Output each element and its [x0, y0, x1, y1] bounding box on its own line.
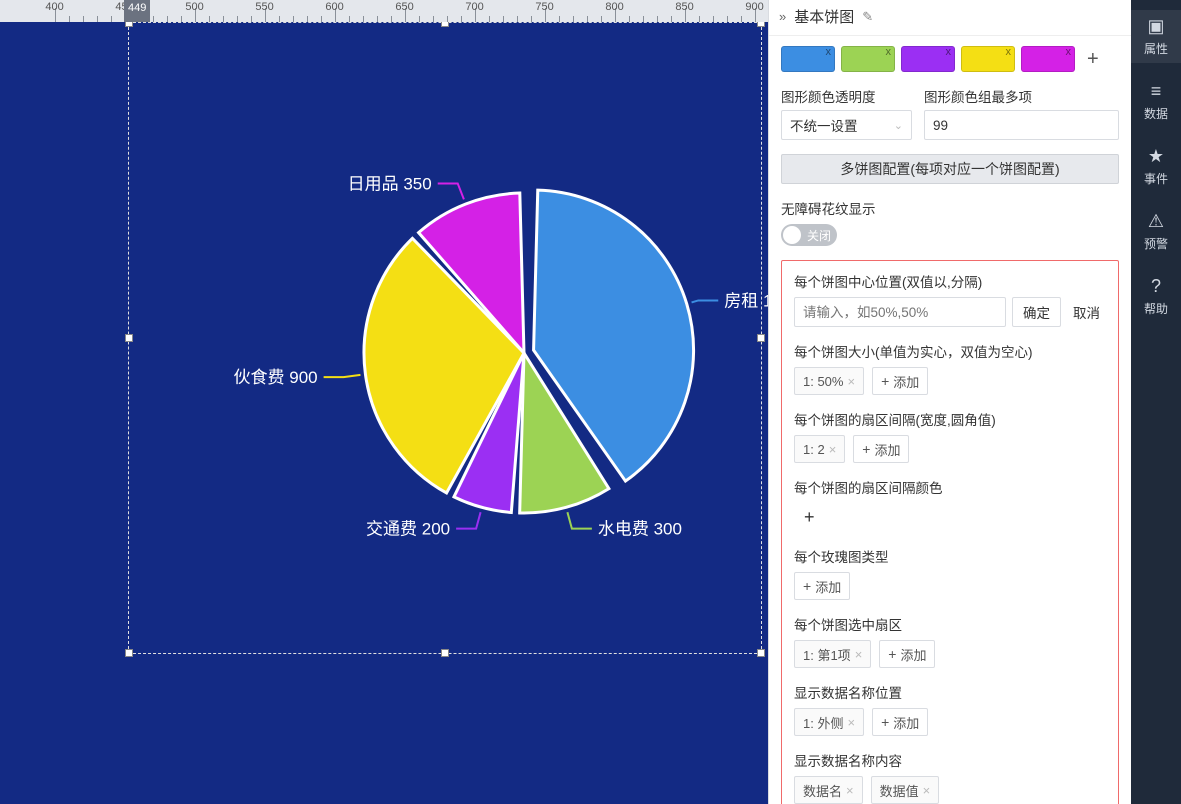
sidebar-item-属性[interactable]: ▣ 属性: [1131, 10, 1181, 63]
gap-tag[interactable]: 1: 2×: [794, 435, 845, 463]
namecontent-label: 显示数据名称内容: [794, 750, 1106, 770]
close-icon[interactable]: x: [826, 46, 832, 58]
opacity-select[interactable]: 不统一设置 ⌄: [781, 110, 912, 140]
sidebar-label: 预警: [1144, 235, 1168, 252]
sidebar-icon: ?: [1151, 276, 1161, 297]
close-icon[interactable]: ×: [829, 442, 837, 457]
collapse-icon[interactable]: »: [779, 9, 786, 24]
add-color-button[interactable]: +: [1081, 48, 1105, 71]
color-swatch[interactable]: x: [781, 46, 835, 72]
close-icon[interactable]: ×: [847, 715, 855, 730]
maxitems-input[interactable]: [924, 110, 1119, 140]
pattern-toggle[interactable]: 关闭: [781, 224, 837, 246]
sidebar-label: 数据: [1144, 105, 1168, 122]
namepos-add-button[interactable]: +添加: [872, 708, 928, 736]
multi-pie-config-button[interactable]: 多饼图配置(每项对应一个饼图配置): [781, 154, 1119, 184]
rose-label: 每个玫瑰图类型: [794, 546, 1106, 566]
pie-label: 伙食费 900: [234, 368, 318, 387]
resize-handle[interactable]: [441, 649, 449, 657]
selected-label: 每个饼图选中扇区: [794, 614, 1106, 634]
color-swatch-row: x x x x x +: [781, 46, 1119, 72]
sidebar-icon: ≡: [1151, 81, 1162, 102]
sidebar-item-数据[interactable]: ≡ 数据: [1131, 75, 1181, 128]
resize-handle[interactable]: [757, 649, 765, 657]
sidebar-item-帮助[interactable]: ? 帮助: [1131, 270, 1181, 323]
center-label: 每个饼图中心位置(双值以,分隔): [794, 271, 1106, 291]
properties-panel: » 基本饼图 ✎ x x x x x + 图形颜色透明度 不统一设置 ⌄ 图形颜色组最多项: [768, 0, 1131, 804]
chevron-down-icon: ⌄: [894, 119, 903, 132]
selection-box[interactable]: 房租 1200水电费 300交通费 200伙食费 900日用品 350: [128, 22, 762, 654]
color-swatch[interactable]: x: [841, 46, 895, 72]
gapcolor-label: 每个饼图的扇区间隔颜色: [794, 477, 1106, 497]
namecontent-tag-1[interactable]: 数据名×: [794, 776, 863, 804]
pie-label: 日用品 350: [348, 174, 432, 193]
size-label: 每个饼图大小(单值为实心，双值为空心): [794, 341, 1106, 361]
color-swatch[interactable]: x: [961, 46, 1015, 72]
namepos-label: 显示数据名称位置: [794, 682, 1106, 702]
opacity-label: 图形颜色透明度: [781, 86, 912, 106]
size-tag[interactable]: 1: 50%×: [794, 367, 864, 395]
canvas[interactable]: 400450500550600650700750800850900950 449…: [0, 0, 768, 804]
pattern-label: 无障碍花纹显示: [781, 198, 1119, 218]
close-icon[interactable]: ×: [855, 647, 863, 662]
edit-icon[interactable]: ✎: [862, 9, 873, 25]
namecontent-tag-2[interactable]: 数据值×: [871, 776, 940, 804]
panel-title: 基本饼图: [794, 6, 854, 27]
pie-config-group: 每个饼图中心位置(双值以,分隔) 确定 取消 每个饼图大小(单值为实心，双值为空…: [781, 260, 1119, 804]
color-swatch[interactable]: x: [901, 46, 955, 72]
gap-label: 每个饼图的扇区间隔(宽度,圆角值): [794, 409, 1106, 429]
center-cancel-button[interactable]: 取消: [1067, 297, 1106, 327]
namepos-tag[interactable]: 1: 外侧×: [794, 708, 864, 736]
close-icon[interactable]: x: [946, 46, 952, 58]
ruler: 400450500550600650700750800850900950 449: [0, 0, 768, 22]
size-add-button[interactable]: +添加: [872, 367, 928, 395]
pie-chart: 房租 1200水电费 300交通费 200伙食费 900日用品 350: [294, 103, 754, 563]
resize-handle[interactable]: [125, 649, 133, 657]
sidebar-label: 事件: [1144, 170, 1168, 187]
selected-tag[interactable]: 1: 第1项×: [794, 640, 871, 668]
rose-add-button[interactable]: +添加: [794, 572, 850, 600]
pie-label: 水电费 300: [598, 520, 682, 539]
sidebar-label: 属性: [1144, 40, 1168, 57]
sidebar-label: 帮助: [1144, 300, 1168, 317]
gapcolor-add-button[interactable]: +: [794, 503, 1106, 532]
sidebar-item-事件[interactable]: ★ 事件: [1131, 140, 1181, 193]
close-icon[interactable]: ×: [923, 783, 931, 798]
ruler-cursor: 449: [124, 0, 150, 22]
sidebar-icon: ★: [1148, 146, 1164, 167]
selected-add-button[interactable]: +添加: [879, 640, 935, 668]
resize-handle[interactable]: [125, 334, 133, 342]
color-swatch[interactable]: x: [1021, 46, 1075, 72]
close-icon[interactable]: x: [886, 46, 892, 58]
pie-label: 交通费 200: [366, 520, 450, 539]
sidebar-icon: ▣: [1147, 16, 1164, 37]
sidebar-item-预警[interactable]: ⚠ 预警: [1131, 205, 1181, 258]
resize-handle[interactable]: [757, 334, 765, 342]
pie-label: 房租 1200: [724, 291, 768, 310]
center-input[interactable]: [794, 297, 1006, 327]
close-icon[interactable]: x: [1006, 46, 1012, 58]
sidebar-icon: ⚠: [1148, 211, 1164, 232]
close-icon[interactable]: ×: [846, 783, 854, 798]
gap-add-button[interactable]: +添加: [853, 435, 909, 463]
close-icon[interactable]: ×: [847, 374, 855, 389]
center-ok-button[interactable]: 确定: [1012, 297, 1061, 327]
close-icon[interactable]: x: [1066, 46, 1072, 58]
maxitems-label: 图形颜色组最多项: [924, 86, 1119, 106]
right-sidebar: ▣ 属性 ≡ 数据 ★ 事件 ⚠ 预警? 帮助: [1131, 0, 1181, 804]
